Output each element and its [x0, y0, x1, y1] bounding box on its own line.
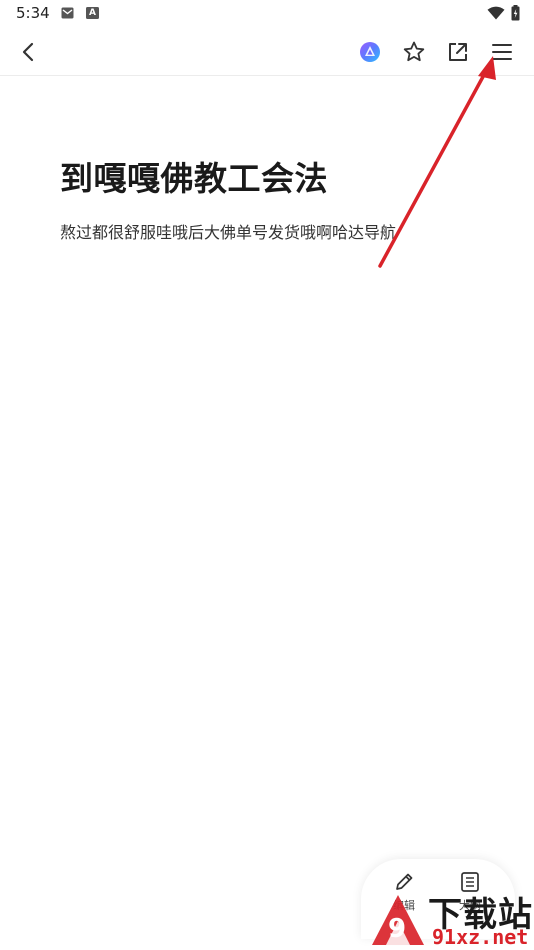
- share-button[interactable]: [442, 36, 474, 68]
- status-right-group: [487, 5, 520, 21]
- back-button[interactable]: [13, 36, 45, 68]
- star-icon: [403, 41, 425, 62]
- svg-text:9: 9: [388, 914, 406, 944]
- screen: 5:34 A 到嘎嘎佛教工会法 熬过都很舒服哇哦后大佛单号发货哦啊哈达导航 编辑…: [0, 0, 534, 950]
- wifi-icon: [487, 6, 505, 20]
- share-external-icon: [449, 43, 467, 61]
- menu-button[interactable]: [486, 36, 518, 68]
- ai-assistant-icon: [360, 42, 380, 62]
- top-toolbar: [0, 28, 534, 76]
- chevron-left-icon: [22, 42, 34, 62]
- document-body[interactable]: 熬过都很舒服哇哦后大佛单号发货哦啊哈达导航: [60, 219, 396, 243]
- site-watermark: 9 下载站 91xz.net: [366, 885, 534, 950]
- watermark-logo-icon: 9: [372, 895, 424, 945]
- menu-icon: [492, 44, 512, 60]
- battery-icon: [511, 5, 520, 21]
- watermark-site-text: 91xz.net: [432, 925, 529, 949]
- a-letter-icon: A: [86, 7, 99, 19]
- document-title[interactable]: 到嘎嘎佛教工会法: [60, 152, 328, 200]
- annotation-arrow: [378, 56, 496, 268]
- favorite-button[interactable]: [398, 36, 430, 68]
- ai-assistant-button[interactable]: [354, 36, 386, 68]
- mail-icon: [61, 7, 74, 19]
- status-time: 5:34: [16, 4, 50, 22]
- status-bar: 5:34 A: [0, 0, 534, 28]
